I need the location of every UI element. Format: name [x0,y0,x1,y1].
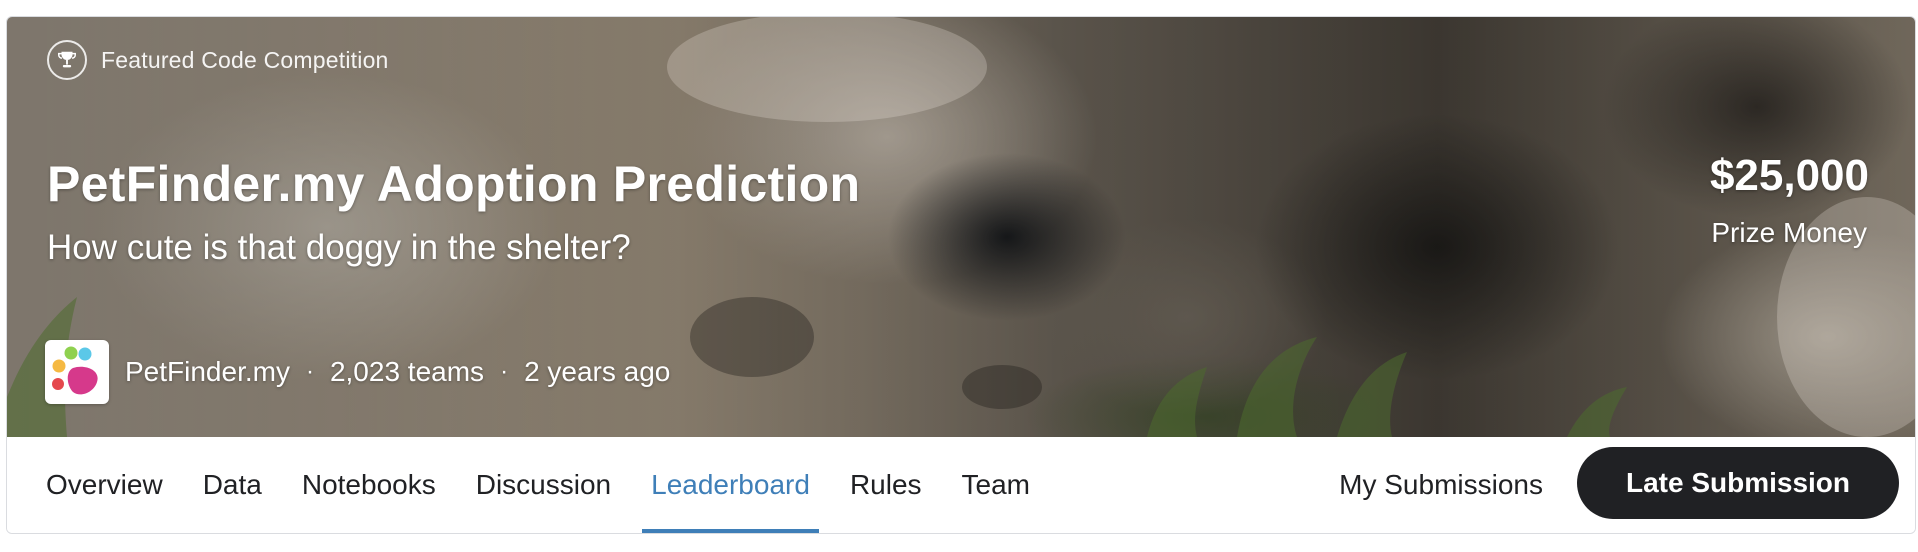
time-ago: 2 years ago [524,356,671,387]
team-count: 2,023 teams [329,356,485,387]
tab-overview[interactable]: Overview [37,437,172,533]
hero-banner: Featured Code Competition PetFinder.my A… [7,17,1915,437]
competition-title: PetFinder.my Adoption Prediction [47,156,861,212]
competition-nav: Overview Data Notebooks Discussion Leade… [7,437,1915,533]
competition-meta: PetFinder.my · 2,023 teams · 2 years ago [45,340,670,404]
tab-discussion[interactable]: Discussion [467,437,620,533]
tab-notebooks[interactable]: Notebooks [293,437,445,533]
prize-label: Prize Money [1711,217,1867,248]
tab-team[interactable]: Team [953,437,1039,533]
host-logo[interactable] [45,340,109,404]
tab-data[interactable]: Data [194,437,271,533]
paw-logo-icon [52,346,98,395]
competition-header-card: Featured Code Competition PetFinder.my A… [6,16,1916,534]
hero-content: Featured Code Competition PetFinder.my A… [7,17,1915,437]
tab-leaderboard[interactable]: Leaderboard [642,437,819,533]
competition-subtitle: How cute is that doggy in the shelter? [47,228,631,267]
prize-amount: $25,000 [1709,151,1869,200]
my-submissions-link[interactable]: My Submissions [1339,437,1543,533]
featured-label: Featured Code Competition [101,46,389,73]
prize-block: $25,000 Prize Money [1710,151,1869,249]
tab-bar: Overview Data Notebooks Discussion Leade… [37,437,1061,533]
meta-separator: · [500,358,509,385]
trophy-icon [47,40,87,80]
tab-rules[interactable]: Rules [841,437,931,533]
meta-separator: · [305,358,314,385]
late-submission-button[interactable]: Late Submission [1577,447,1899,519]
host-name[interactable]: PetFinder.my [125,356,290,388]
featured-badge: Featured Code Competition [47,40,389,80]
